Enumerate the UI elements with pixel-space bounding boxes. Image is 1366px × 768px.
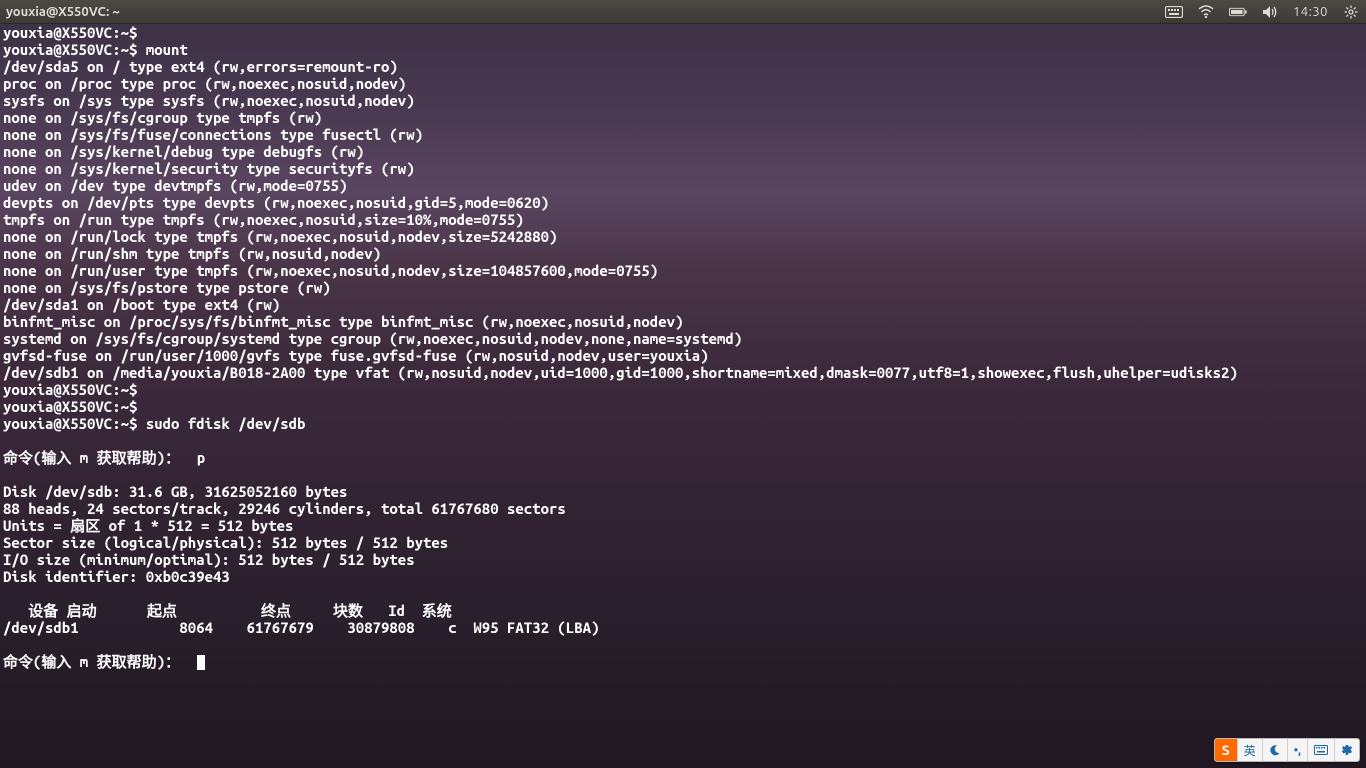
mount-line: systemd on /sys/fs/cgroup/systemd type c… <box>3 330 742 347</box>
ime-punct-icon[interactable]: •, <box>1287 739 1307 761</box>
sogou-logo-icon[interactable]: S <box>1215 739 1237 761</box>
mount-line: none on /sys/fs/cgroup type tmpfs (rw) <box>3 109 322 126</box>
shell-prompt: youxia@X550VC:~$ <box>3 415 137 432</box>
ime-indicator[interactable]: S 英 •, <box>1214 738 1360 762</box>
volume-icon[interactable] <box>1261 3 1279 21</box>
mount-line: /dev/sda1 on /boot type ext4 (rw) <box>3 296 280 313</box>
shell-prompt: youxia@X550VC:~$ <box>3 381 137 398</box>
mount-line: gvfsd-fuse on /run/user/1000/gvfs type f… <box>3 347 709 364</box>
mount-line: none on /run/user type tmpfs (rw,noexec,… <box>3 262 658 279</box>
session-gear-icon[interactable] <box>1342 3 1360 21</box>
fdisk-info: 88 heads, 24 sectors/track, 29246 cylind… <box>3 500 566 517</box>
top-menubar: youxia@X550VC: ~ 14:30 <box>0 0 1366 24</box>
command-text: mount <box>146 41 188 58</box>
mount-line: proc on /proc type proc (rw,noexec,nosui… <box>3 75 406 92</box>
mount-line: /dev/sda5 on / type ext4 (rw,errors=remo… <box>3 58 398 75</box>
mount-line: none on /sys/fs/pstore type pstore (rw) <box>3 279 331 296</box>
mount-line: udev on /dev type devtmpfs (rw,mode=0755… <box>3 177 347 194</box>
mount-line: none on /run/lock type tmpfs (rw,noexec,… <box>3 228 557 245</box>
shell-prompt: youxia@X550VC:~$ <box>3 24 137 41</box>
fdisk-info: Disk identifier: 0xb0c39e43 <box>3 568 230 585</box>
keyboard-indicator-icon[interactable] <box>1165 3 1183 21</box>
mount-line: /dev/sdb1 on /media/youxia/B018-2A00 typ… <box>3 364 1238 381</box>
window-title: youxia@X550VC: ~ <box>6 5 120 19</box>
fdisk-prompt: 命令(输入 m 获取帮助)： <box>3 653 197 670</box>
partition-table-header: 设备 启动 起点 终点 块数 Id 系统 <box>3 602 452 619</box>
fdisk-info: I/O size (minimum/optimal): 512 bytes / … <box>3 551 415 568</box>
mount-line: none on /sys/fs/fuse/connections type fu… <box>3 126 423 143</box>
system-tray: 14:30 <box>1165 3 1360 21</box>
network-wifi-icon[interactable] <box>1197 3 1215 21</box>
mount-line: devpts on /dev/pts type devpts (rw,noexe… <box>3 194 549 211</box>
fdisk-info: Disk /dev/sdb: 31.6 GB, 31625052160 byte… <box>3 483 347 500</box>
shell-prompt: youxia@X550VC:~$ <box>3 41 137 58</box>
terminal[interactable]: youxia@X550VC:~$ youxia@X550VC:~$ mount … <box>0 24 1366 768</box>
terminal-cursor <box>197 655 205 670</box>
clock[interactable]: 14:30 <box>1293 5 1328 19</box>
mount-line: tmpfs on /run type tmpfs (rw,noexec,nosu… <box>3 211 524 228</box>
ime-keyboard-icon[interactable] <box>1307 739 1334 761</box>
fdisk-info: Units = 扇区 of 1 * 512 = 512 bytes <box>3 517 293 534</box>
fdisk-prompt: 命令(输入 m 获取帮助)： p <box>3 449 205 466</box>
mount-line: sysfs on /sys type sysfs (rw,noexec,nosu… <box>3 92 415 109</box>
ime-moon-icon[interactable] <box>1262 739 1287 761</box>
mount-line: none on /run/shm type tmpfs (rw,nosuid,n… <box>3 245 381 262</box>
partition-table-row: /dev/sdb1 8064 61767679 30879808 c W95 F… <box>3 619 599 636</box>
mount-line: none on /sys/kernel/debug type debugfs (… <box>3 143 364 160</box>
shell-prompt: youxia@X550VC:~$ <box>3 398 137 415</box>
battery-icon[interactable] <box>1229 3 1247 21</box>
fdisk-info: Sector size (logical/physical): 512 byte… <box>3 534 448 551</box>
mount-line: none on /sys/kernel/security type securi… <box>3 160 415 177</box>
command-text: sudo fdisk /dev/sdb <box>146 415 306 432</box>
ime-settings-icon[interactable] <box>1334 739 1359 761</box>
ime-language[interactable]: 英 <box>1237 739 1262 761</box>
mount-line: binfmt_misc on /proc/sys/fs/binfmt_misc … <box>3 313 683 330</box>
